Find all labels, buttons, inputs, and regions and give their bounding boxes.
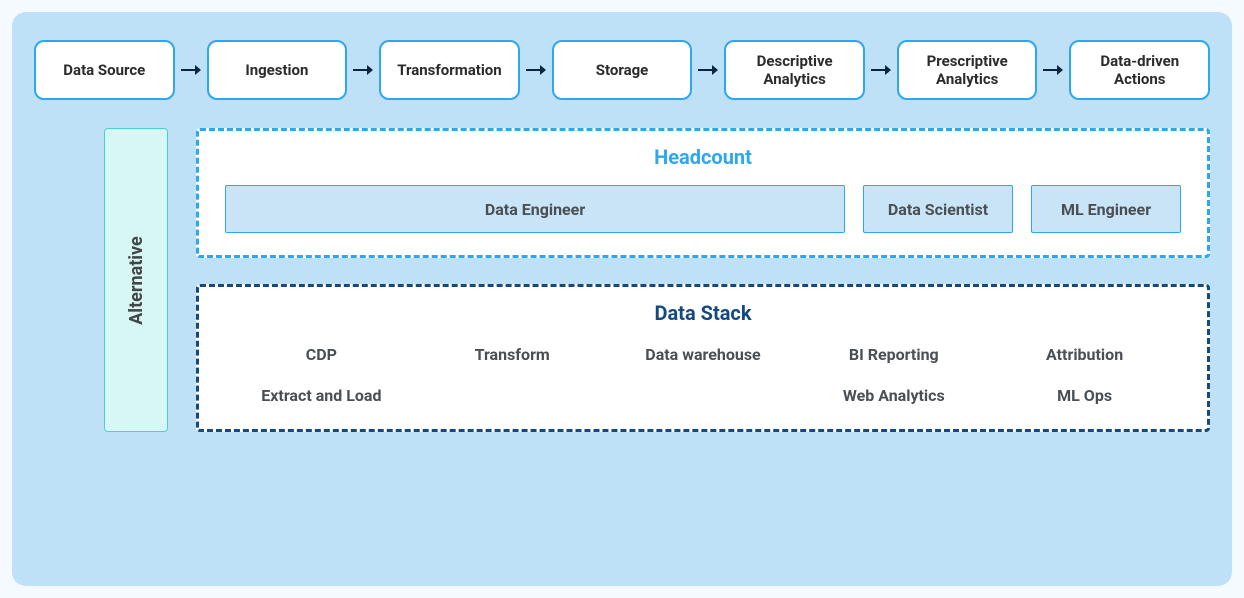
role-data-scientist: Data Scientist (863, 185, 1013, 233)
headcount-title: Headcount (225, 145, 1181, 169)
pipeline-stage-ingestion: Ingestion (207, 40, 348, 100)
pipeline-stage-descriptive-analytics: Descriptive Analytics (724, 40, 865, 100)
stack-bi-reporting: BI Reporting (803, 345, 984, 364)
pipeline-stage-storage: Storage (552, 40, 693, 100)
datastack-panel: Data Stack CDP Transform Data warehouse … (196, 284, 1210, 432)
arrow-icon (1043, 63, 1063, 77)
diagram-canvas: Data Source Ingestion Transformation Sto… (12, 12, 1232, 586)
arrow-icon (181, 63, 201, 77)
pipeline-row: Data Source Ingestion Transformation Sto… (34, 40, 1210, 100)
arrow-icon (353, 63, 373, 77)
pipeline-stage-data-driven-actions: Data-driven Actions (1069, 40, 1210, 100)
stack-extract-and-load: Extract and Load (231, 386, 412, 405)
role-ml-engineer: ML Engineer (1031, 185, 1181, 233)
arrow-icon (526, 63, 546, 77)
alternative-label: Alternative (126, 236, 147, 325)
panels-column: Headcount Data Engineer Data Scientist M… (196, 128, 1210, 432)
stack-transform: Transform (422, 345, 603, 364)
headcount-panel: Headcount Data Engineer Data Scientist M… (196, 128, 1210, 258)
pipeline-stage-data-source: Data Source (34, 40, 175, 100)
arrow-icon (698, 63, 718, 77)
stack-cdp: CDP (231, 345, 412, 364)
pipeline-stage-prescriptive-analytics: Prescriptive Analytics (897, 40, 1038, 100)
alternative-column: Alternative (104, 128, 168, 432)
lower-region: Alternative Headcount Data Engineer Data… (34, 128, 1210, 432)
stack-web-analytics: Web Analytics (803, 386, 984, 405)
stack-data-warehouse: Data warehouse (613, 345, 794, 364)
pipeline-stage-transformation: Transformation (379, 40, 520, 100)
arrow-icon (871, 63, 891, 77)
role-data-engineer: Data Engineer (225, 185, 845, 233)
stack-attribution: Attribution (994, 345, 1175, 364)
headcount-row: Data Engineer Data Scientist ML Engineer (225, 185, 1181, 233)
datastack-grid: CDP Transform Data warehouse BI Reportin… (225, 341, 1181, 407)
datastack-title: Data Stack (225, 301, 1181, 325)
stack-ml-ops: ML Ops (994, 386, 1175, 405)
